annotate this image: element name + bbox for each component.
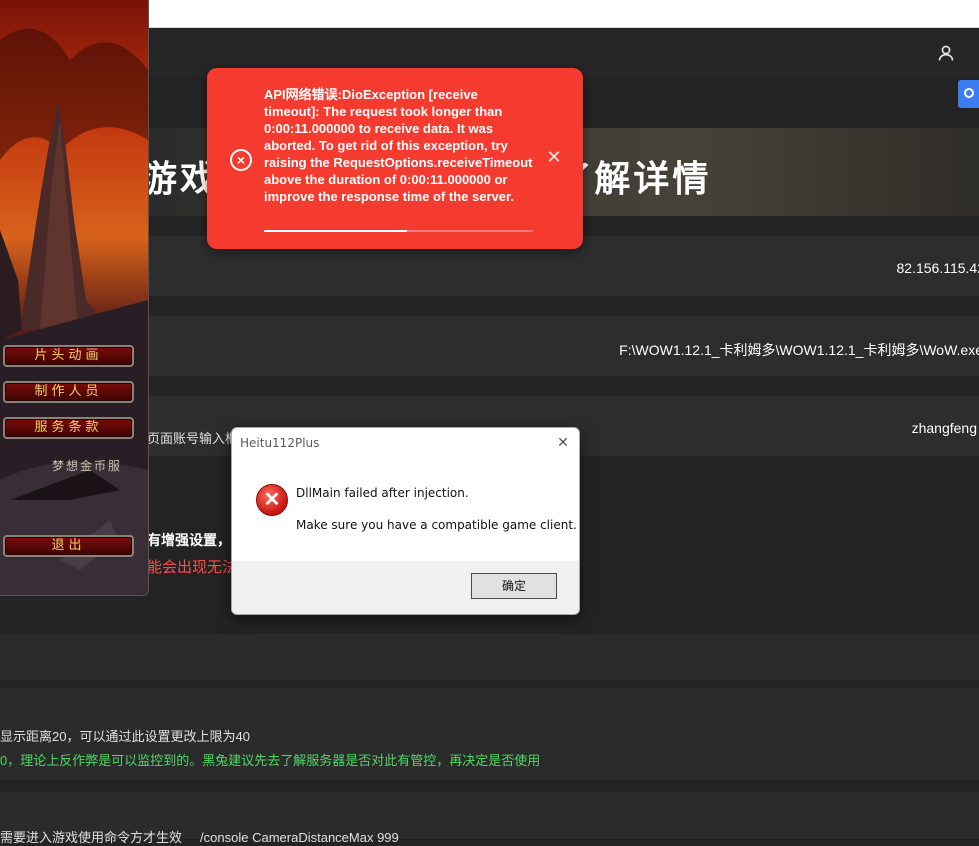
anticheat-hint: 0，理论上反作弊是可以监控到的。黑兔建议先去了解服务器是否对此有管控，再决定是否… (0, 750, 540, 769)
section-band (0, 634, 979, 680)
server-name-label: 梦想金币服 (52, 457, 122, 474)
account-label: 页面账号输入框 (147, 428, 238, 447)
error-toast: × API网络错误:DioException [receive timeout]… (207, 68, 583, 249)
sync-icon (964, 88, 974, 98)
wow-login-window: 片头动画 制作人员 服务条款 梦想金币服 退出 (0, 0, 149, 596)
toast-progress-track (264, 230, 533, 232)
dialog-message-line1: DllMain failed after injection. (296, 486, 469, 500)
side-action-button[interactable] (958, 80, 979, 108)
enhance-setting-label: 有增强设置，[ (147, 530, 236, 550)
dialog-message-line2: Make sure you have a compatible game cli… (296, 518, 577, 532)
close-icon[interactable]: ✕ (545, 148, 563, 166)
wow-background-art (0, 0, 148, 595)
toast-message: API网络错误:DioException [receive timeout]: … (264, 86, 536, 205)
error-circle-icon: × (230, 149, 252, 171)
console-hint: 需要进入游戏使用命令方才生效 /console CameraDistanceMa… (0, 827, 399, 846)
view-distance-hint: 显示距离20，可以通过此设置更改上限为40 (0, 726, 250, 745)
game-path-row: F:\WOW1.12.1_卡利姆多\WOW1.12.1_卡利姆多\WoW.exe (147, 316, 979, 376)
user-icon[interactable] (937, 44, 955, 62)
error-icon: ✕ (256, 484, 288, 516)
terms-of-service-button[interactable]: 服务条款 (3, 417, 134, 439)
server-ip-value[interactable]: 82.156.115.42 (897, 260, 979, 276)
account-value[interactable]: zhangfeng (912, 420, 977, 436)
error-dialog: Heitu112Plus ✕ ✕ DllMain failed after in… (231, 427, 580, 615)
quit-button[interactable]: 退出 (3, 535, 134, 557)
close-icon[interactable]: ✕ (552, 431, 574, 453)
toast-progress-fill (264, 230, 407, 232)
warning-text: 能会出现无法 (147, 556, 237, 577)
intro-cinematic-button[interactable]: 片头动画 (3, 345, 134, 367)
dialog-title: Heitu112Plus (240, 436, 319, 450)
game-path-value[interactable]: F:\WOW1.12.1_卡利姆多\WOW1.12.1_卡利姆多\WoW.exe (619, 340, 979, 360)
ok-button[interactable]: 确定 (471, 573, 557, 599)
credits-button[interactable]: 制作人员 (3, 381, 134, 403)
